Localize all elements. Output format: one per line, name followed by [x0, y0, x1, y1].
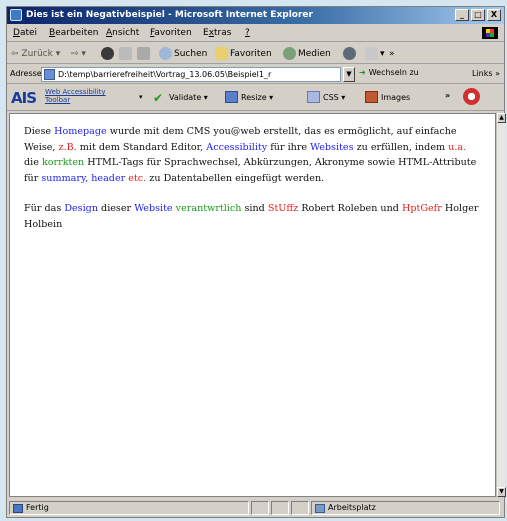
address-bar: Adresse D:\temp\barrierefreiheit\Vortrag…: [7, 65, 504, 84]
status-pane-2: [271, 501, 289, 515]
menu-bar: Datei Bearbeiten Ansicht Favoriten Extra…: [7, 25, 504, 42]
ais-menu-dropdown[interactable]: ▾: [139, 93, 143, 101]
address-url: D:\temp\barrierefreiheit\Vortrag_13.06.0…: [58, 70, 272, 79]
resize-button[interactable]: Resize ▾: [225, 91, 273, 103]
css-button[interactable]: CSS ▾: [307, 91, 345, 103]
ais-toolbar: AIS Web Accessibility Toolbar ▾ ✔ Validate…: [7, 85, 504, 111]
back-arrow-icon: ⇦: [11, 48, 22, 59]
back-button[interactable]: ⇦ Zurück ▾: [11, 46, 60, 61]
toolbar-overflow[interactable]: »: [389, 46, 395, 61]
content-text: Diese Homepage wurde mit dem CMS you@web…: [24, 124, 484, 247]
ais-logo: AIS: [11, 89, 37, 107]
checkmark-icon: ✔: [153, 91, 164, 105]
korrkten-typo: korrkten: [41, 157, 85, 168]
zb-abbreviation: z.B.: [58, 141, 77, 153]
favorites-icon: [215, 47, 228, 60]
computer-icon: [315, 503, 325, 513]
go-arrow-icon: ➜: [359, 68, 366, 77]
window-controls: _ □ X: [455, 9, 501, 21]
status-text-pane: Fertig: [9, 501, 249, 515]
paragraph-2: Für das Design dieser Website verantwrtl…: [24, 203, 479, 230]
search-button[interactable]: Suchen: [159, 46, 207, 61]
menu-extras[interactable]: Extras: [203, 28, 231, 38]
menu-help[interactable]: ?: [245, 28, 250, 38]
window-title: Dies ist ein Negativbeispiel - Microsoft…: [26, 10, 313, 20]
accessibility-term: Accessibility: [206, 141, 268, 153]
history-button[interactable]: [343, 46, 358, 61]
refresh-button[interactable]: [119, 46, 134, 61]
home-button[interactable]: [137, 46, 152, 61]
images-button[interactable]: Images: [365, 91, 410, 103]
stop-sign-icon: [463, 88, 480, 105]
stop-icon: [101, 47, 114, 60]
zone-pane: Arbeitsplatz: [311, 501, 500, 515]
design-term: Design: [64, 203, 98, 214]
title-bar[interactable]: Dies ist ein Negativbeispiel - Microsoft…: [7, 7, 504, 24]
scroll-up-button[interactable]: ▲: [497, 113, 506, 123]
ua-abbreviation: u.a.: [448, 141, 467, 153]
home-icon: [137, 47, 150, 60]
standard-toolbar: ⇦ Zurück ▾ ⇨ ▾ Suchen Favoriten Medien ▾…: [7, 43, 504, 64]
menu-ansicht[interactable]: Ansicht: [106, 28, 139, 38]
etc-abbreviation: etc.: [128, 172, 147, 184]
menu-bearbeiten[interactable]: Bearbeiten: [49, 28, 98, 38]
page-icon: [44, 69, 55, 80]
search-icon: [159, 47, 172, 60]
verantwrtlich-typo: verantwrtlich: [175, 203, 242, 214]
images-icon: [365, 91, 378, 103]
status-pane-3: [291, 501, 309, 515]
forward-button[interactable]: ⇨ ▾: [71, 46, 86, 61]
ais-extra-button[interactable]: [463, 88, 483, 105]
status-bar: Fertig Arbeitsplatz: [7, 499, 504, 517]
hptgefr-abbreviation: HptGefr: [401, 203, 442, 214]
menu-favoriten[interactable]: Favoriten: [150, 28, 192, 38]
mail-button[interactable]: ▾: [365, 46, 385, 61]
ie-page-icon: [10, 9, 22, 21]
stuffz-abbreviation: StUffz: [267, 203, 299, 214]
forward-arrow-icon: ⇨ ▾: [71, 48, 86, 59]
paragraph-1: Diese Homepage wurde mit dem CMS you@web…: [24, 126, 477, 184]
address-dropdown[interactable]: ▼: [343, 67, 355, 82]
favorites-button[interactable]: Favoriten: [215, 46, 272, 61]
status-pane-1: [251, 501, 269, 515]
ais-toolbar-overflow[interactable]: »: [445, 91, 450, 100]
page-content: Diese Homepage wurde mit dem CMS you@web…: [9, 113, 496, 497]
menu-datei[interactable]: Datei: [13, 28, 37, 38]
history-icon: [343, 47, 356, 60]
ais-title[interactable]: Web Accessibility Toolbar: [45, 88, 106, 104]
links-button[interactable]: Links »: [472, 69, 500, 78]
minimize-button[interactable]: _: [455, 9, 469, 21]
page-done-icon: [13, 503, 23, 513]
close-button[interactable]: X: [487, 9, 501, 21]
maximize-button[interactable]: □: [471, 9, 485, 21]
windows-logo-icon: [482, 27, 498, 39]
address-input[interactable]: D:\temp\barrierefreiheit\Vortrag_13.06.0…: [41, 67, 341, 82]
websites-term: Websites: [310, 141, 354, 153]
stop-button[interactable]: [101, 46, 116, 61]
go-button[interactable]: ➜ Wechseln zu: [359, 68, 419, 77]
summary-header-term: summary, header: [41, 172, 126, 184]
validate-button[interactable]: ✔ Validate ▾: [153, 91, 208, 105]
homepage-term: Homepage: [54, 126, 107, 137]
media-button[interactable]: Medien: [283, 46, 331, 61]
resize-icon: [225, 91, 238, 103]
address-label: Adresse: [10, 69, 42, 78]
media-icon: [283, 47, 296, 60]
scroll-down-button[interactable]: ▼: [497, 487, 506, 497]
mail-icon: [365, 47, 378, 60]
css-icon: [307, 91, 320, 103]
refresh-icon: [119, 47, 132, 60]
browser-window: Dies ist ein Negativbeispiel - Microsoft…: [6, 6, 506, 518]
website-term: Website: [134, 203, 173, 214]
vertical-scrollbar[interactable]: ▲ ▼: [496, 113, 506, 497]
